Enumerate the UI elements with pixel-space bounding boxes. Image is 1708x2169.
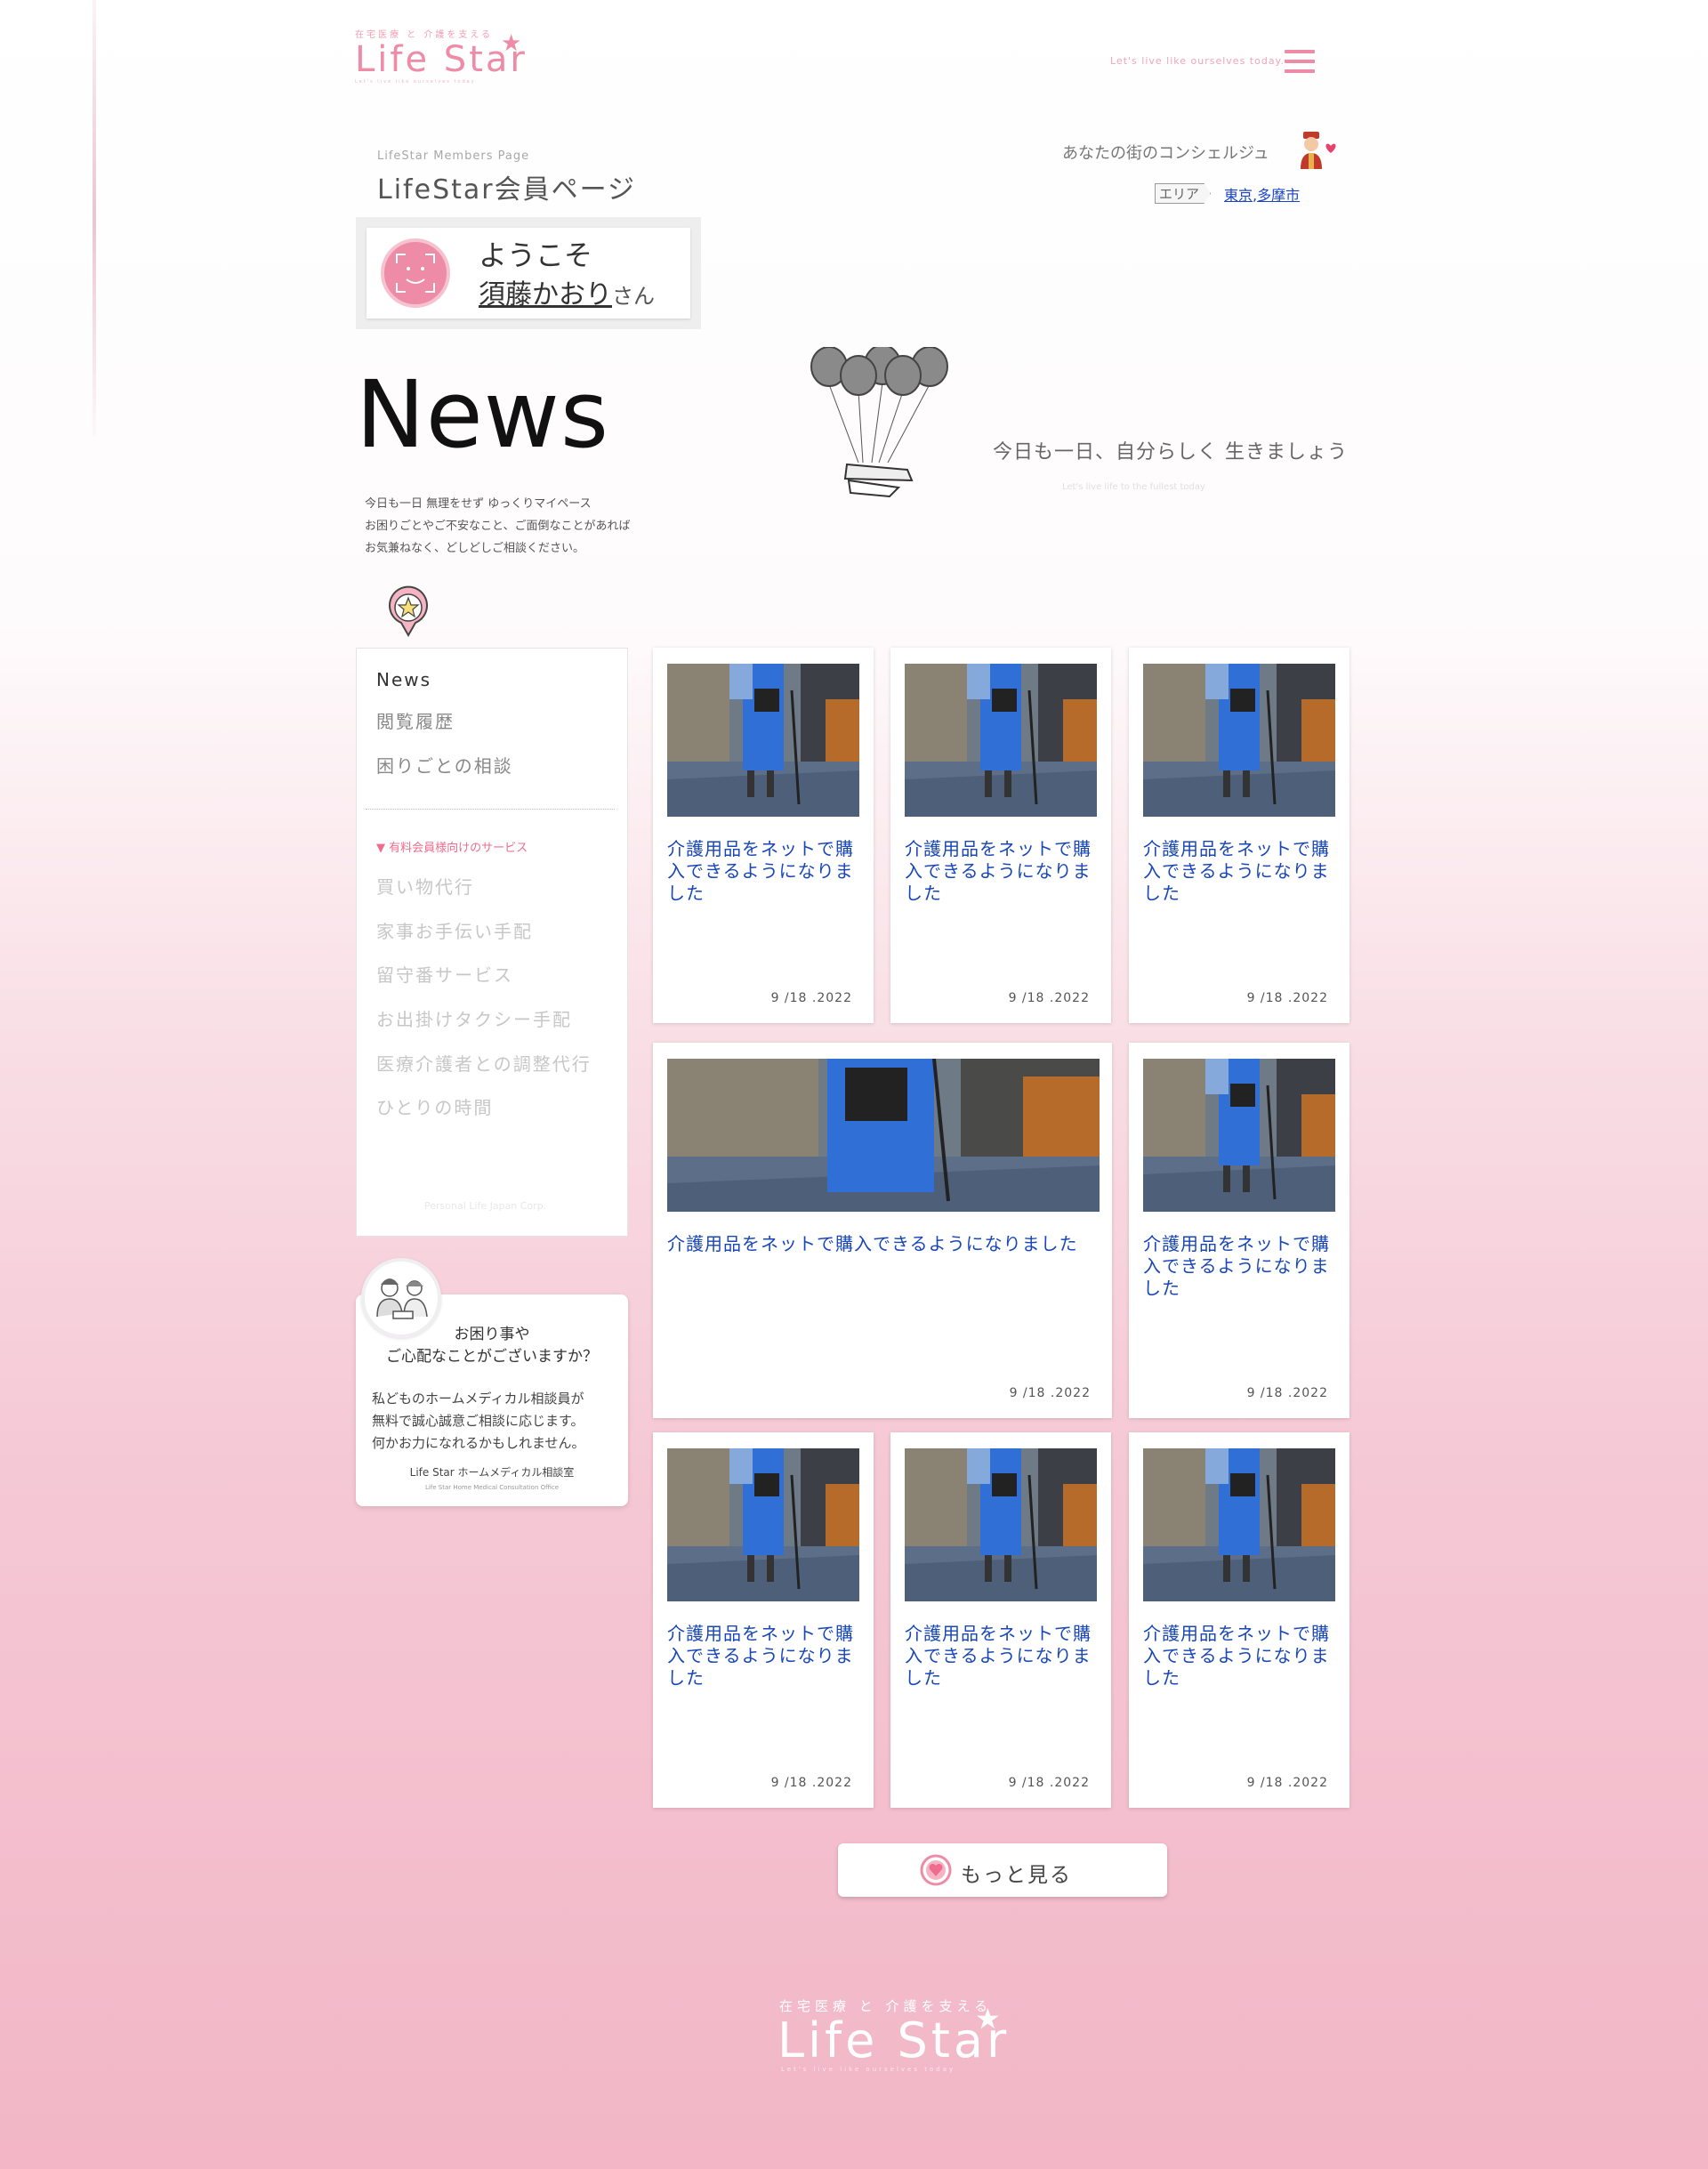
news-card[interactable]: 介護用品をネットで購入できるようになりました 9 /18 .2022 <box>653 1432 874 1808</box>
news-card-date: 9 /18 .2022 <box>1246 991 1328 1005</box>
news-desc-line: お気兼ねなく、どしどしご相談ください。 <box>365 542 585 555</box>
star-icon: ★ <box>975 2002 1001 2036</box>
news-card-title: 介護用品をネットで購入できるようになりました <box>1143 1233 1330 1299</box>
consult-body: 私どものホームメディカル相談員が 無料で誠心誠意ご相談に応じます。 何かお力にな… <box>372 1388 585 1455</box>
news-card-title: 介護用品をネットで購入できるようになりました <box>905 1623 1092 1689</box>
balloons-icon <box>810 344 961 507</box>
more-button-label: もっと見る <box>961 1864 1072 1887</box>
news-card[interactable]: 介護用品をネットで購入できるようになりました 9 /18 .2022 <box>653 648 874 1023</box>
news-card-date: 9 /18 .2022 <box>1008 991 1090 1005</box>
footer-logo-tag: Let's live like ourselves today <box>781 2066 956 2073</box>
news-card[interactable]: 介護用品をネットで購入できるようになりました 9 /18 .2022 <box>890 648 1111 1023</box>
news-card-image <box>1143 1059 1335 1212</box>
heart-icon <box>920 1854 952 1886</box>
news-desc-line: 今日も一日 無理をせず ゆっくりマイペース <box>365 497 592 511</box>
members-page-subtitle: LifeStar Members Page <box>377 149 530 163</box>
news-card-date: 9 /18 .2022 <box>1009 1386 1091 1400</box>
consult-question-line: お困り事や <box>454 1326 530 1343</box>
news-card-title: 介護用品をネットで購入できるようになりました <box>667 1233 1078 1254</box>
news-card-date: 9 /18 .2022 <box>1008 1776 1090 1790</box>
header-tagline: Let's live like ourselves today. <box>1110 55 1285 67</box>
news-card-date: 9 /18 .2022 <box>770 1776 852 1790</box>
news-card-title: 介護用品をネットで購入できるようになりました <box>667 1623 854 1689</box>
sidebar-item-house-sitting[interactable]: 留守番サービス <box>376 961 513 987</box>
news-card-image <box>667 664 859 817</box>
news-card-image <box>905 1448 1097 1601</box>
news-card-image <box>667 1448 859 1601</box>
sidebar-item-news[interactable]: News <box>376 669 431 690</box>
sidebar-corp: Personal Life Japan Corp. <box>424 1200 547 1212</box>
news-card-image <box>905 664 1097 817</box>
header-logo[interactable]: 在宅医療 と 介護を支える Life Star ★ Let's live lik… <box>355 27 533 85</box>
news-card-title: 介護用品をネットで購入できるようになりました <box>1143 1623 1330 1689</box>
motto-en-text: Let's live life to the fullest today <box>1062 482 1205 492</box>
news-card[interactable]: 介護用品をネットで購入できるようになりました 9 /18 .2022 <box>1129 1043 1349 1418</box>
menu-icon[interactable] <box>1285 50 1315 75</box>
sidebar-item-consult[interactable]: 困りごとの相談 <box>376 752 513 778</box>
consult-question: お困り事や ご心配なことがございますか？ <box>356 1324 628 1368</box>
concierge-icon <box>1295 130 1341 171</box>
news-card[interactable]: 介護用品をネットで購入できるようになりました 9 /18 .2022 <box>890 1432 1111 1808</box>
user-name-link[interactable]: 須藤かおり <box>479 279 612 310</box>
news-card-image <box>667 1059 1100 1212</box>
news-card-title: 介護用品をネットで購入できるようになりました <box>1143 838 1330 904</box>
sidebar-item-coordination[interactable]: 医療介護者との調整代行 <box>376 1050 592 1076</box>
news-card-title: 介護用品をネットで購入できるようになりました <box>905 838 1092 904</box>
news-card-image <box>1143 664 1335 817</box>
news-card-image <box>1143 1448 1335 1601</box>
news-card[interactable]: 介護用品をネットで購入できるようになりました 9 /18 .2022 <box>1129 648 1349 1023</box>
news-card-date: 9 /18 .2022 <box>1246 1776 1328 1790</box>
sidebar-item-history[interactable]: 閲覧履歴 <box>376 707 455 733</box>
page-title: LifeStar会員ページ <box>377 174 636 206</box>
sidebar-item-alone-time[interactable]: ひとりの時間 <box>376 1093 493 1119</box>
welcome-user: 須藤かおりさん <box>479 272 655 311</box>
honorific: さん <box>612 284 655 309</box>
news-card[interactable]: 介護用品をネットで購入できるようになりました 9 /18 .2022 <box>1129 1432 1349 1808</box>
sidebar-nav: News 閲覧履歴 困りごとの相談 ▼ 有料会員様向けのサービス 買い物代行 家… <box>356 648 628 1237</box>
consult-body-line: 何かお力になれるかもしれません。 <box>372 1435 585 1451</box>
sidebar-divider <box>366 809 615 810</box>
sidebar-item-taxi[interactable]: お出掛けタクシー手配 <box>376 1005 572 1031</box>
motto-text: 今日も一日、自分らしく 生きましょう <box>993 441 1348 464</box>
face-icon <box>381 238 450 308</box>
news-card-title: 介護用品をネットで購入できるようになりました <box>667 838 854 904</box>
star-icon: ★ <box>501 30 522 57</box>
area-label: エリア <box>1155 183 1212 204</box>
news-card-date: 9 /18 .2022 <box>1246 1386 1328 1400</box>
consult-body-line: 私どものホームメディカル相談員が <box>372 1391 584 1407</box>
consult-office-en: Life Star Home Medical Consultation Offi… <box>424 1484 560 1491</box>
welcome-greeting: ようこそ <box>479 238 593 272</box>
consult-body-line: 無料で誠心誠意ご相談に応じます。 <box>372 1413 584 1429</box>
sidebar-item-housework[interactable]: 家事お手伝い手配 <box>376 917 533 943</box>
news-description: 今日も一日 無理をせず ゆっくりマイペース お困りごとやご不安なこと、ご面倒なこ… <box>365 493 630 560</box>
news-card-wide[interactable]: 介護用品をネットで購入できるようになりました 9 /18 .2022 <box>653 1043 1112 1418</box>
news-card-date: 9 /18 .2022 <box>770 991 852 1005</box>
area-links: 東京,多摩市 <box>1224 183 1300 205</box>
sidebar-section-paid: ▼ 有料会員様向けのサービス <box>376 842 528 855</box>
news-heading: News <box>356 360 610 469</box>
decorative-edge-line <box>93 0 96 436</box>
consult-office: Life Star ホームメディカル相談室 <box>409 1466 575 1479</box>
concierge-text: あなたの街のコンシェルジュ <box>1062 144 1269 163</box>
news-desc-line: お困りごとやご不安なこと、ご面倒なことがあれば <box>365 520 631 533</box>
area-link-tokyo[interactable]: 東京 <box>1224 187 1253 204</box>
star-pin-icon <box>386 585 431 638</box>
area-link-tama[interactable]: 多摩市 <box>1257 187 1300 204</box>
consult-question-line: ご心配なことがございますか？ <box>386 1348 598 1366</box>
sidebar-item-shopping[interactable]: 買い物代行 <box>376 873 474 899</box>
